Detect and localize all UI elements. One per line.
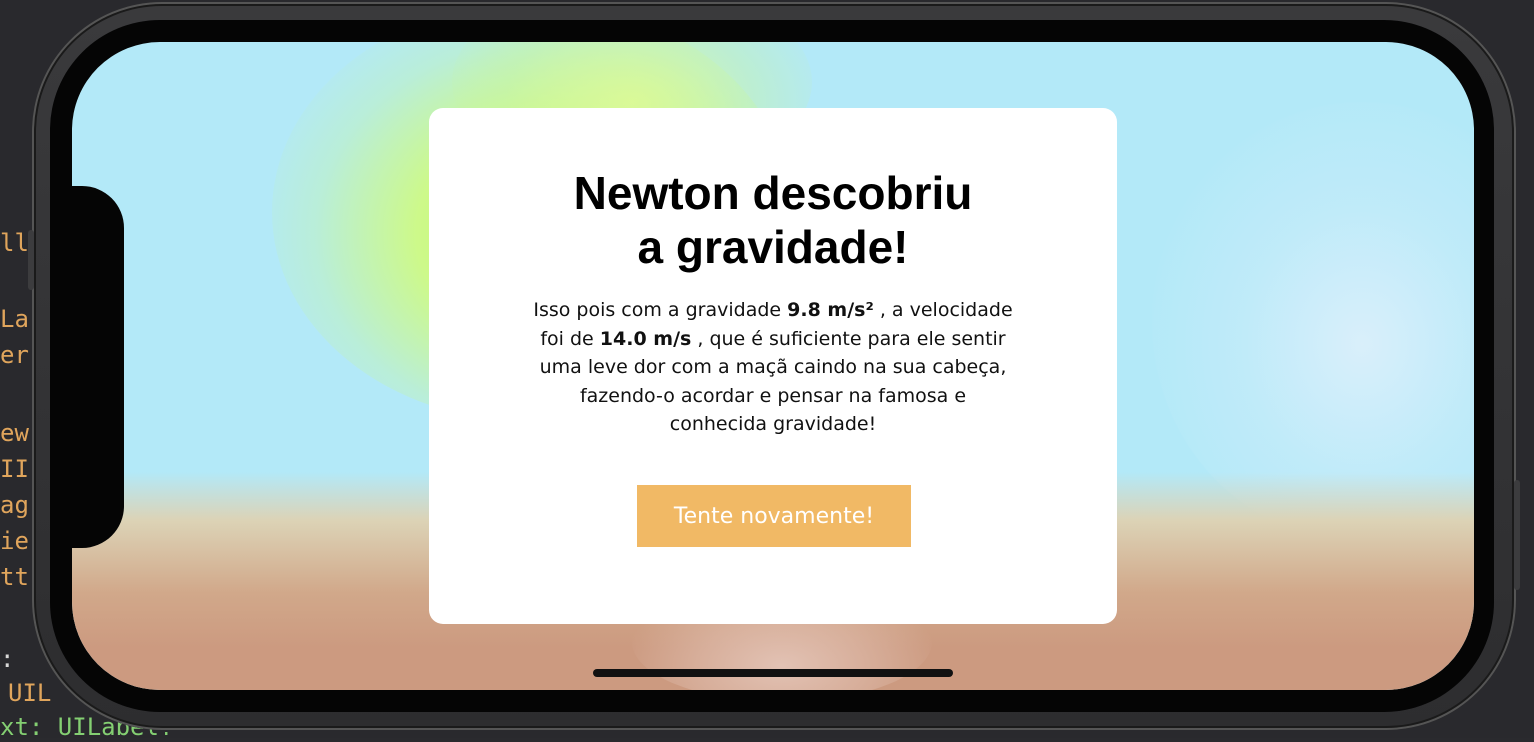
code-fragment: UIL: [8, 679, 52, 707]
modal-message: Isso pois com a gravidade 9.8 m/s² , a v…: [533, 296, 1013, 439]
code-fragment: tt: [0, 563, 29, 591]
code-fragment: ew: [0, 419, 29, 447]
code-fragment: ag: [0, 491, 29, 519]
code-fragment: II: [0, 455, 29, 483]
message-text: Isso pois com a gravidade: [533, 299, 788, 321]
side-button: [1514, 480, 1520, 590]
volume-button: [28, 230, 34, 290]
velocity-value: 14.0 m/s: [599, 327, 692, 350]
home-indicator[interactable]: [593, 669, 953, 677]
retry-button[interactable]: Tente novamente!: [637, 485, 911, 547]
gravity-value: 9.8 m/s²: [787, 299, 874, 321]
code-fragment: ie: [0, 527, 29, 555]
result-modal: Newton descobriu a gravidade! Isso pois …: [429, 108, 1117, 624]
code-fragment: La: [0, 305, 29, 333]
phone-notch: [70, 186, 124, 548]
code-fragment: :: [0, 645, 15, 673]
code-fragment: ll: [0, 229, 29, 257]
modal-title: Newton descobriu a gravidade!: [573, 167, 973, 273]
code-fragment: er: [0, 341, 29, 369]
